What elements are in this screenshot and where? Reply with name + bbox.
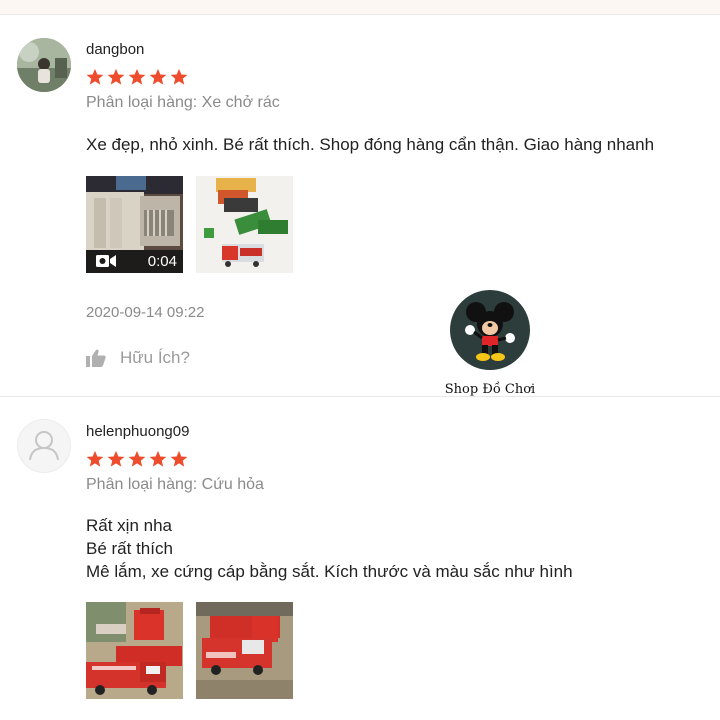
shop-badge[interactable]: Shop Đồ Chơi — [430, 290, 550, 397]
default-user-icon — [29, 431, 59, 461]
video-thumbnail[interactable]: 0:04 — [86, 176, 183, 273]
review-item: dangbon Phân loại hàng: Xe chở rác Xe đẹ… — [0, 0, 720, 396]
user-avatar[interactable] — [17, 419, 71, 473]
review-item: helenphuong09 Phân loại hàng: Cứu hỏa Rấ… — [0, 397, 720, 720]
star-icon — [107, 68, 125, 85]
username[interactable]: dangbon — [86, 41, 144, 58]
helpful-label: Hữu Ích? — [120, 348, 190, 367]
toy-trucks-photo — [196, 176, 293, 273]
thumbs-up-icon — [86, 349, 106, 367]
shop-logo — [450, 290, 530, 370]
star-icon — [86, 450, 104, 467]
username[interactable]: helenphuong09 — [86, 423, 189, 440]
shop-name: Shop Đồ Chơi — [444, 382, 536, 397]
star-icon — [107, 450, 125, 467]
review-media — [86, 602, 293, 699]
image-thumbnail[interactable] — [196, 176, 293, 273]
product-variation: Phân loại hàng: Cứu hỏa — [86, 476, 264, 493]
review-comment: Rất xịn nha Bé rất thích Mê lắm, xe cứng… — [86, 514, 573, 583]
star-icon — [170, 450, 188, 467]
comment-line: Xe đẹp, nhỏ xinh. Bé rất thích. Shop đón… — [86, 135, 655, 154]
video-overlay: 0:04 — [86, 249, 183, 273]
helpful-button[interactable]: Hữu Ích? — [86, 348, 190, 368]
review-media: 0:04 — [86, 176, 293, 273]
product-variation: Phân loại hàng: Xe chở rác — [86, 94, 280, 111]
comment-line: Mê lắm, xe cứng cáp bằng sắt. Kích thước… — [86, 562, 573, 581]
image-thumbnail[interactable] — [86, 602, 183, 699]
rating-stars — [86, 68, 188, 86]
star-icon — [86, 68, 104, 85]
image-thumbnail[interactable] — [196, 602, 293, 699]
review-date: 2020-09-14 09:22 — [86, 304, 205, 321]
star-icon — [170, 68, 188, 85]
fire-truck-photo — [86, 602, 183, 699]
rating-stars — [86, 450, 188, 468]
avatar-photo-icon — [17, 38, 71, 92]
video-camera-icon — [96, 255, 116, 267]
video-duration: 0:04 — [147, 252, 177, 270]
user-avatar[interactable] — [17, 38, 71, 92]
star-icon — [149, 68, 167, 85]
fire-truck-photo — [196, 602, 293, 699]
comment-line: Bé rất thích — [86, 539, 173, 558]
review-comment: Xe đẹp, nhỏ xinh. Bé rất thích. Shop đón… — [86, 133, 654, 156]
star-icon — [149, 450, 167, 467]
comment-line: Rất xịn nha — [86, 516, 172, 535]
mickey-mouse-icon — [465, 302, 515, 361]
star-icon — [128, 450, 146, 467]
star-icon — [128, 68, 146, 85]
